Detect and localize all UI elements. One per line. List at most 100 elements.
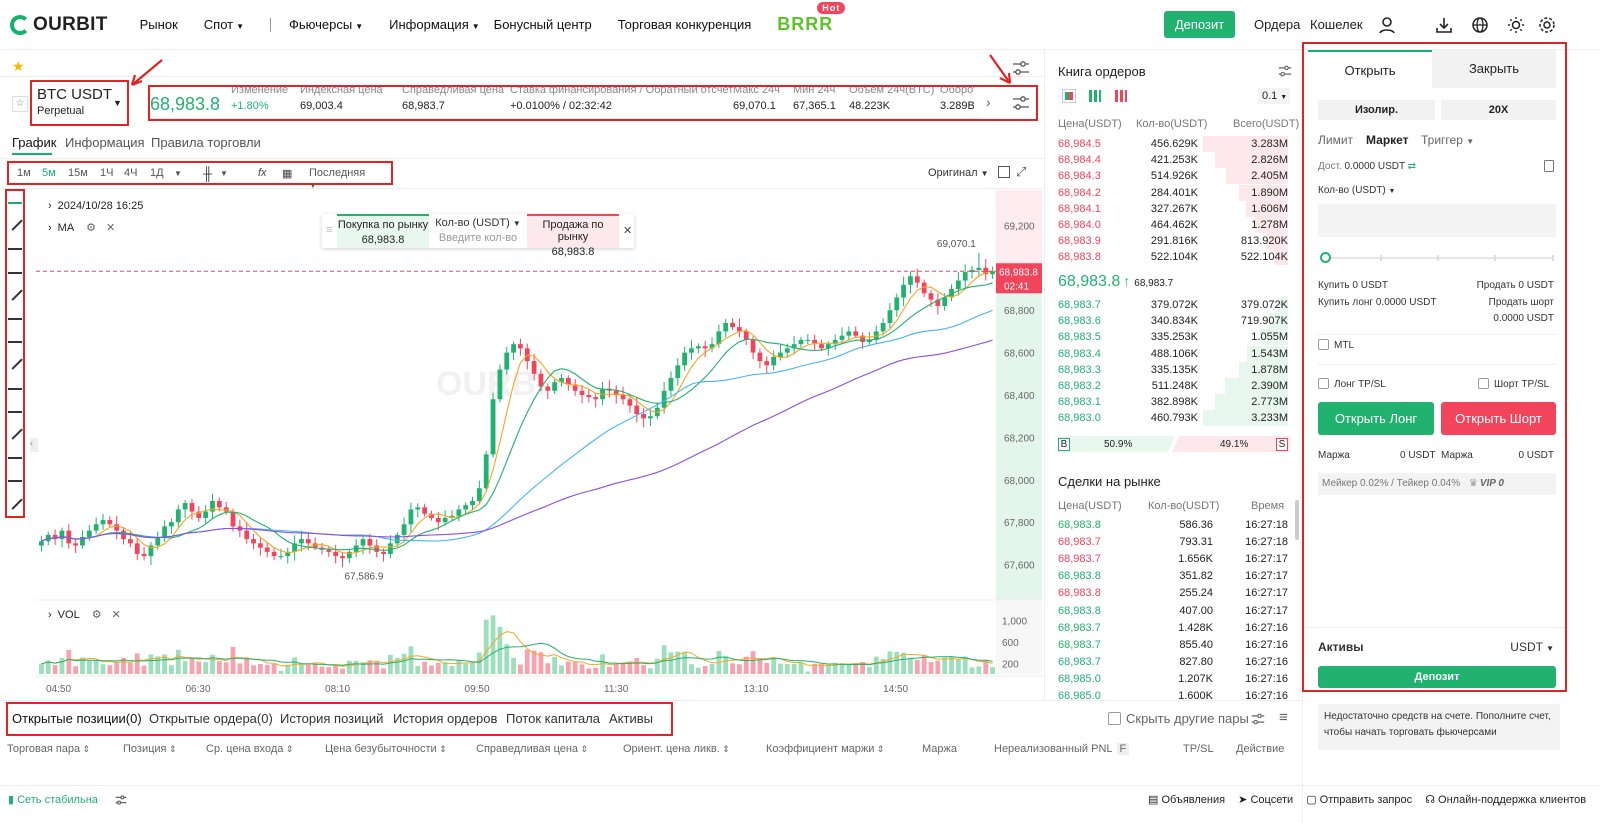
- promo-brrr[interactable]: BRRR Hot: [777, 2, 846, 35]
- ask-row[interactable]: 68,984.4 421.253K 2.826M: [1058, 152, 1288, 169]
- bid-row[interactable]: 68,983.1 382.898K 2.773M: [1058, 394, 1288, 411]
- tab-rules[interactable]: Правила торговли: [151, 135, 261, 150]
- volume-bar: [572, 661, 578, 674]
- ask-row[interactable]: 68,983.9 291.816K 813.920K: [1058, 233, 1288, 250]
- precision-select[interactable]: 0.1 ▼: [1258, 88, 1290, 104]
- ask-row[interactable]: 68,984.5 456.629K 3.283M: [1058, 136, 1288, 152]
- volume-bar: [579, 664, 585, 674]
- volume-bar: [949, 657, 954, 674]
- layout-icon[interactable]: [998, 166, 1010, 178]
- view-mode-select[interactable]: Оригинал ▼: [928, 167, 989, 179]
- nav-wallet[interactable]: Кошелек: [1310, 17, 1363, 32]
- volume-bar: [969, 667, 975, 674]
- total: 522.104K: [1240, 251, 1288, 264]
- orderbook-settings-icon[interactable]: [1278, 64, 1292, 78]
- fullscreen-icon[interactable]: ⤢: [1016, 164, 1026, 180]
- favorite-toggle-icon[interactable]: ☆: [12, 96, 28, 112]
- trade-price: 68,983.8: [1058, 604, 1101, 617]
- bid-row[interactable]: 68,983.0 460.793K 3.233M: [1058, 410, 1288, 427]
- theme-icon[interactable]: [1505, 14, 1527, 36]
- column-header[interactable]: Ср. цена входа ⇕: [206, 743, 293, 755]
- bid-row[interactable]: 68,983.5 335.253K 1.055M: [1058, 329, 1288, 346]
- ask-row[interactable]: 68,983.8 522.104K 522.104K: [1058, 249, 1288, 266]
- settings-gear-icon[interactable]: [1536, 14, 1558, 36]
- volume-bar: [100, 664, 106, 674]
- social-link[interactable]: ➤ Соцсети: [1238, 794, 1293, 806]
- ob-header-total: Всего(USDT): [1233, 118, 1300, 130]
- nav-market[interactable]: Рынок: [140, 17, 178, 32]
- candle: [531, 361, 537, 374]
- sort-icon: ⇕: [80, 744, 91, 754]
- market-buy-button[interactable]: Покупка по рынку 68,983.8: [337, 214, 429, 248]
- candle: [381, 551, 386, 554]
- volume-bar: [435, 662, 441, 674]
- tab-info[interactable]: Информация: [65, 135, 145, 150]
- volume-bar: [723, 656, 729, 674]
- column-header[interactable]: Позиция ⇕: [123, 743, 177, 755]
- bid-row[interactable]: 68,983.4 488.106K 1.543M: [1058, 345, 1288, 362]
- total: 379.072K: [1240, 299, 1288, 311]
- user-icon[interactable]: [1376, 14, 1398, 36]
- vol-legend[interactable]: › VOL ⚙ ✕: [48, 608, 121, 621]
- qty-input[interactable]: Кол-во (USDT) ▼ Введите кол-во: [432, 214, 524, 248]
- view-bids-icon[interactable]: [1089, 90, 1101, 102]
- submit-request-link[interactable]: ▢ Отправить запрос: [1306, 794, 1412, 806]
- ask-row[interactable]: 68,984.1 327.267K 1.606M: [1058, 200, 1288, 217]
- nav-competition[interactable]: Торговая конкуренция: [618, 17, 752, 32]
- hide-other-pairs-checkbox[interactable]: Скрыть другие пары: [1108, 711, 1249, 726]
- candle: [750, 339, 756, 353]
- menu-icon[interactable]: ≡: [1279, 709, 1288, 726]
- candle: [942, 297, 948, 306]
- market-sell-button[interactable]: Продажа по рынку 68,983.8: [527, 214, 619, 258]
- status-settings-icon[interactable]: [115, 794, 127, 806]
- total: 1.878M: [1251, 363, 1288, 376]
- price: 68,984.3: [1058, 170, 1101, 183]
- column-header[interactable]: Коэффициент маржи ⇕: [766, 743, 884, 755]
- download-icon[interactable]: [1433, 14, 1455, 36]
- price: 68,983.4: [1058, 347, 1101, 360]
- support-link[interactable]: ☊ Онлайн-поддержка клиентов: [1425, 794, 1586, 806]
- close-icon[interactable]: ✕: [623, 224, 632, 237]
- bid-row[interactable]: 68,983.2 511.248K 2.390M: [1058, 378, 1288, 394]
- nav-info[interactable]: Информация ▼: [389, 17, 480, 32]
- layout-settings-icon[interactable]: [1012, 60, 1030, 76]
- candle: [278, 556, 284, 558]
- ask-row[interactable]: 68,984.0 464.462K 1.278M: [1058, 217, 1288, 233]
- nav-spot[interactable]: Спот ▼: [204, 17, 244, 32]
- divider: [0, 700, 1302, 701]
- collapse-chevron-icon[interactable]: ‹: [30, 438, 38, 452]
- candle: [914, 276, 920, 283]
- quantity: 514.926K: [1150, 170, 1198, 183]
- bid-row[interactable]: 68,983.7 379.072K 379.072K: [1058, 297, 1288, 313]
- trades-scrollbar[interactable]: [1295, 500, 1299, 540]
- sell-letter: S: [1276, 438, 1288, 451]
- view-both-icon[interactable]: [1062, 89, 1076, 103]
- price-chart[interactable]: 69,20069,00068,80068,60068,40068,20068,0…: [36, 190, 1044, 698]
- positions-settings-icon[interactable]: [1251, 712, 1265, 726]
- bid-row[interactable]: 68,983.3 335.135K 1.878M: [1058, 361, 1288, 378]
- nav-bonus[interactable]: Бонусный центр: [494, 17, 592, 32]
- drag-handle-icon[interactable]: ≡: [326, 224, 332, 236]
- ask-row[interactable]: 68,984.3 514.926K 2.405M: [1058, 168, 1288, 185]
- deposit-button[interactable]: Депозит: [1164, 11, 1235, 38]
- nav-orders[interactable]: Ордера: [1254, 17, 1300, 32]
- column-header[interactable]: Торговая пара ⇕: [7, 743, 90, 755]
- globe-icon[interactable]: [1469, 14, 1491, 36]
- bid-row[interactable]: 68,983.6 340.834K 719.907K: [1058, 313, 1288, 330]
- announcements-link[interactable]: ▤ Объявления: [1148, 794, 1225, 806]
- logo[interactable]: OURBIT: [10, 14, 108, 36]
- column-header[interactable]: Справедливая цена ⇕: [476, 743, 588, 755]
- column-header[interactable]: Цена безубыточности ⇕: [325, 743, 447, 755]
- candle: [401, 524, 407, 535]
- tab-chart[interactable]: График: [12, 135, 56, 150]
- column-header[interactable]: Ориент. цена ликв. ⇕: [623, 743, 730, 755]
- favorite-star-icon[interactable]: ★: [12, 58, 25, 75]
- candle: [257, 543, 263, 548]
- ask-row[interactable]: 68,984.2 284.401K 1.890M: [1058, 184, 1288, 201]
- nav-futures[interactable]: Фьючерсы ▼: [289, 17, 363, 32]
- ma-legend[interactable]: › MA ⚙ ✕: [48, 221, 115, 234]
- candle: [408, 509, 414, 525]
- volume-bar: [230, 646, 236, 674]
- view-asks-icon[interactable]: [1115, 90, 1127, 102]
- candle: [141, 553, 147, 557]
